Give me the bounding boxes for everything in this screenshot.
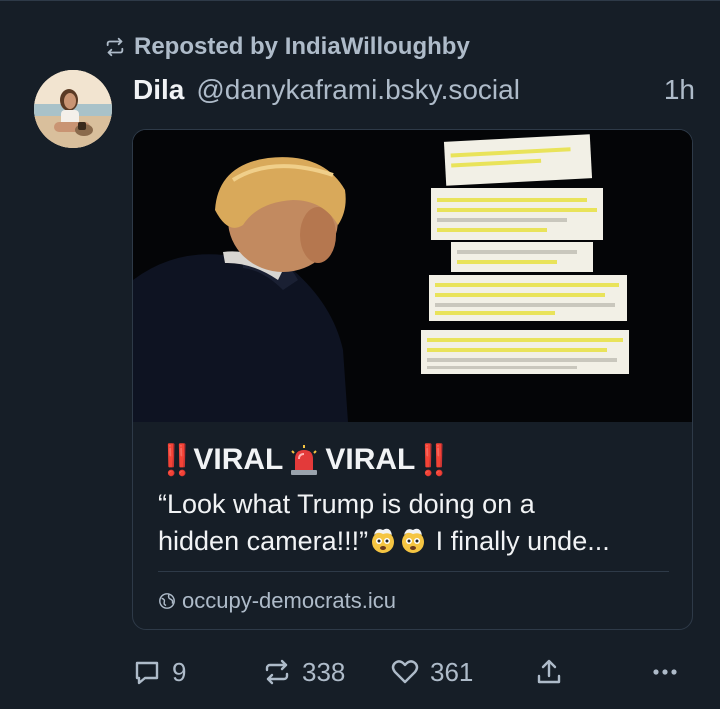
link-preview-card[interactable]: ‼️ VIRAL VIRAL ‼️ “Look what Trump is do… — [132, 129, 693, 630]
title-word-viral-2: VIRAL — [325, 443, 416, 476]
repost-label: Reposted by IndiaWilloughby — [134, 33, 470, 60]
avatar-photo — [34, 70, 112, 148]
top-divider — [0, 0, 720, 1]
double-exclamation-icon: ‼️ — [158, 443, 195, 477]
post-author-row: Dila @danykaframi.bsky.social 1h — [133, 70, 695, 110]
preview-photo — [133, 130, 692, 422]
description-line-2: hidden camera!!!” I finally unde... — [158, 523, 678, 560]
author-display-name[interactable]: Dila — [133, 74, 184, 106]
more-options-button[interactable] — [650, 650, 680, 694]
exploding-head-emoji-icon — [372, 528, 395, 553]
reply-button[interactable]: 9 — [132, 650, 186, 694]
link-preview-image — [133, 130, 692, 422]
repost-button[interactable]: 338 — [262, 650, 345, 694]
title-word-viral-1: VIRAL — [193, 443, 284, 476]
author-avatar[interactable] — [34, 70, 112, 148]
reply-count: 9 — [172, 656, 187, 687]
repost-indicator[interactable]: Reposted by IndiaWilloughby — [104, 31, 470, 63]
description-line-1: “Look what Trump is doing on a — [158, 489, 535, 519]
double-exclamation-icon-right: ‼️ — [415, 443, 452, 477]
exploding-head-emoji-icon-2 — [402, 528, 425, 553]
heart-icon — [391, 660, 419, 684]
description-line-2-end: I finally unde... — [428, 526, 610, 556]
share-icon — [537, 659, 561, 684]
author-handle[interactable]: @danykaframi.bsky.social — [196, 74, 520, 106]
reply-icon — [135, 661, 159, 685]
repost-icon — [106, 37, 124, 57]
link-domain-text: occupy-democrats.icu — [182, 588, 396, 613]
share-button[interactable] — [534, 650, 564, 694]
more-dots-icon — [653, 669, 677, 675]
card-divider — [158, 571, 669, 572]
description-line-2-start: hidden camera!!!” — [158, 526, 369, 556]
police-siren-icon — [291, 445, 318, 475]
post-actions-bar: 9 338 361 — [0, 650, 720, 694]
globe-icon — [159, 593, 175, 609]
repost-action-icon — [265, 659, 289, 685]
like-button[interactable]: 361 — [390, 650, 473, 694]
link-preview-domain[interactable]: occupy-democrats.icu — [158, 586, 396, 616]
post-timestamp[interactable]: 1h — [664, 74, 695, 106]
like-count: 361 — [430, 656, 474, 687]
link-preview-description: “Look what Trump is doing on a hidden ca… — [158, 486, 678, 560]
repost-count: 338 — [302, 656, 346, 687]
link-preview-title: ‼️ VIRAL VIRAL ‼️ — [158, 440, 453, 480]
